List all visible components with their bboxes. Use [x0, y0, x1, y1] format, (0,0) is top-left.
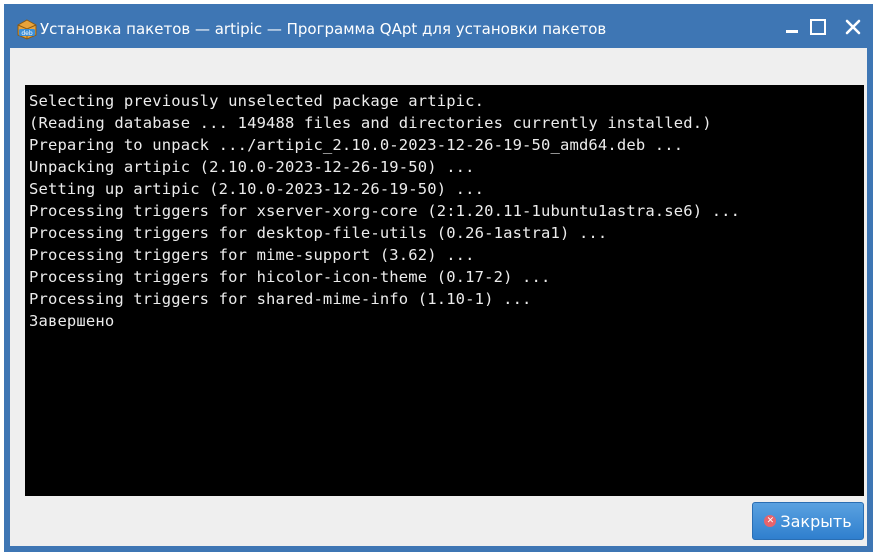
maximize-icon [809, 18, 827, 40]
log-line: Selecting previously unselected package … [29, 92, 485, 110]
close-circle-icon: ✕ [764, 515, 777, 527]
minimize-icon [783, 18, 801, 40]
dialog-body: Selecting previously unselected package … [10, 48, 867, 546]
log-line: (Reading database ... 149488 files and d… [29, 114, 712, 132]
install-log-terminal[interactable]: Selecting previously unselected package … [25, 85, 864, 496]
svg-text:deb: deb [21, 30, 33, 37]
log-line: Processing triggers for xserver-xorg-cor… [29, 202, 741, 220]
close-icon [844, 18, 862, 40]
log-line: Processing triggers for mime-support (3.… [29, 246, 475, 264]
close-window-button[interactable] [840, 16, 866, 42]
log-line: Processing triggers for desktop-file-uti… [29, 224, 608, 242]
install-log: Selecting previously unselected package … [25, 85, 864, 332]
log-line: Unpacking artipic (2.10.0-2023-12-26-19-… [29, 158, 475, 176]
log-line: Preparing to unpack .../artipic_2.10.0-2… [29, 136, 684, 154]
log-line-finished: Завершено [29, 312, 115, 330]
close-button-label: Закрыть [780, 511, 852, 531]
deb-package-icon: deb [16, 18, 38, 40]
title-bar[interactable]: deb Установка пакетов — artipic — Програ… [4, 4, 873, 48]
minimize-button[interactable] [779, 16, 805, 42]
log-line: Processing triggers for shared-mime-info… [29, 290, 532, 308]
installer-window: deb Установка пакетов — artipic — Програ… [4, 4, 873, 552]
log-line: Processing triggers for hicolor-icon-the… [29, 268, 551, 286]
maximize-button[interactable] [805, 16, 831, 42]
window-title: Установка пакетов — artipic — Программа … [40, 20, 607, 38]
close-button[interactable]: ✕ Закрыть [752, 502, 864, 540]
log-line: Setting up artipic (2.10.0-2023-12-26-19… [29, 180, 485, 198]
